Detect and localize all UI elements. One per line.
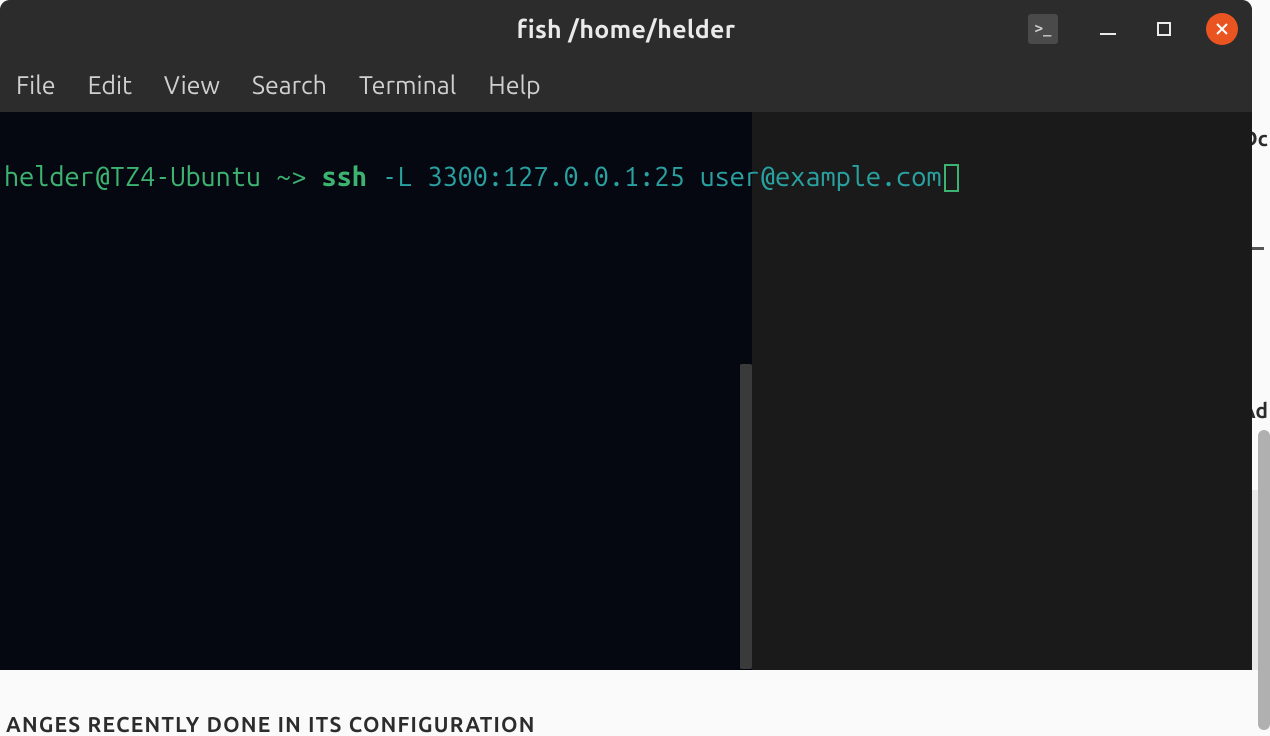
prompt-separator: [261, 162, 276, 192]
terminal-app-icon: >_: [1028, 14, 1058, 44]
menu-search[interactable]: Search: [252, 71, 327, 99]
page-scrollbar[interactable]: [1258, 430, 1270, 730]
command-args: -L 3300:127.0.0.1:25 user@example.com: [382, 162, 941, 192]
maximize-icon: [1157, 22, 1171, 36]
terminal-scrollbar[interactable]: [740, 364, 752, 669]
menu-edit[interactable]: Edit: [88, 71, 132, 99]
minimize-icon: [1100, 33, 1116, 35]
prompt-symbol-wrap: >: [291, 162, 321, 192]
background-text-fragment: ANGES RECENTLY DONE IN ITS CONFIGURATION: [6, 712, 536, 736]
terminal-content[interactable]: helder@TZ4-Ubuntu ~> ssh -L 3300:127.0.0…: [0, 112, 752, 195]
minimize-button[interactable]: [1094, 15, 1122, 43]
terminal-window: fish /home/helder >_ File Edit View Sear…: [0, 0, 1252, 670]
menubar: File Edit View Search Terminal Help: [0, 58, 1252, 112]
terminal-body[interactable]: helder@TZ4-Ubuntu ~> ssh -L 3300:127.0.0…: [0, 112, 752, 670]
command-args-pre: [367, 162, 382, 192]
menu-view[interactable]: View: [164, 71, 220, 99]
command: ssh: [322, 162, 367, 192]
cursor: [944, 164, 959, 192]
window-title: fish /home/helder: [517, 15, 736, 43]
menu-terminal[interactable]: Terminal: [359, 71, 456, 99]
menu-help[interactable]: Help: [488, 71, 540, 99]
prompt-path: ~: [276, 162, 291, 192]
prompt-user-host: helder@TZ4-Ubuntu: [4, 162, 261, 192]
close-button[interactable]: [1206, 13, 1238, 45]
window-controls: >_: [1028, 13, 1238, 45]
window-titlebar[interactable]: fish /home/helder >_: [0, 0, 1252, 58]
close-icon: [1215, 22, 1229, 36]
menu-file[interactable]: File: [16, 71, 56, 99]
terminal-right-panel: [752, 112, 1252, 670]
maximize-button[interactable]: [1150, 15, 1178, 43]
